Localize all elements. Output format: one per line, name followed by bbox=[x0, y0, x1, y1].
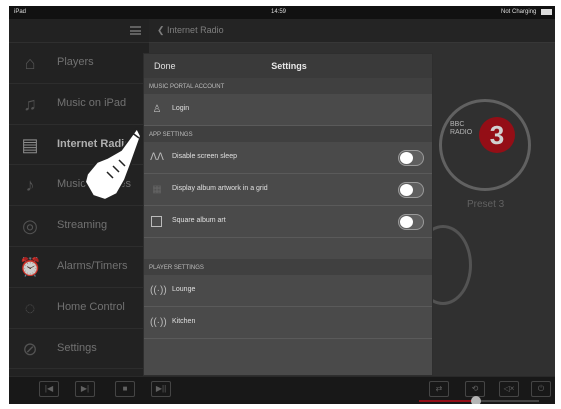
setting-label: Display album artwork in a grid bbox=[172, 185, 268, 192]
setting-row-artwork-grid: ▦ Display album artwork in a grid bbox=[144, 174, 432, 206]
player-row-kitchen[interactable]: ((·)) Kitchen bbox=[144, 307, 432, 339]
modal-header: Done Settings bbox=[144, 54, 432, 78]
toggle-knob bbox=[400, 184, 413, 196]
setting-row-square-art: Square album art bbox=[144, 206, 432, 238]
square-art-toggle[interactable] bbox=[398, 214, 424, 230]
speaker-icon: ((·)) bbox=[150, 285, 167, 296]
battery-status: Not Charging bbox=[501, 9, 537, 15]
sleep-icon: ᐱᐱ bbox=[150, 152, 164, 163]
pointing-hand-icon bbox=[84, 127, 142, 201]
modal-title: Settings bbox=[271, 61, 307, 71]
player-row-lounge[interactable]: ((·)) Lounge bbox=[144, 275, 432, 307]
user-icon: ♙ bbox=[152, 104, 162, 115]
toggle-knob bbox=[400, 216, 413, 228]
section-header-account: MUSIC PORTAL ACCOUNT bbox=[144, 78, 432, 94]
square-icon bbox=[151, 216, 162, 227]
battery-icon bbox=[541, 9, 552, 15]
setting-label: Disable screen sleep bbox=[172, 153, 237, 160]
clock: 14:59 bbox=[271, 9, 287, 15]
player-label: Kitchen bbox=[172, 318, 196, 325]
disable-sleep-toggle[interactable] bbox=[398, 150, 424, 166]
ipad-screen: iPad 14:59 Not Charging ⌂ Players ♫ Musi… bbox=[9, 6, 555, 404]
device-label: iPad bbox=[14, 9, 27, 15]
settings-modal: Done Settings MUSIC PORTAL ACCOUNT ♙ Log… bbox=[143, 53, 433, 376]
login-label: Login bbox=[172, 105, 190, 112]
section-header-app: APP SETTINGS bbox=[144, 126, 432, 142]
toggle-knob bbox=[400, 152, 413, 164]
speaker-icon: ((·)) bbox=[150, 317, 167, 328]
login-row[interactable]: ♙ Login bbox=[144, 94, 432, 126]
player-label: Lounge bbox=[172, 286, 196, 293]
setting-label: Square album art bbox=[172, 217, 226, 224]
grid-icon: ▦ bbox=[152, 184, 162, 195]
section-header-players: PLAYER SETTINGS bbox=[144, 259, 432, 275]
status-bar: iPad 14:59 Not Charging bbox=[9, 6, 555, 19]
artwork-grid-toggle[interactable] bbox=[398, 182, 424, 198]
setting-row-disable-sleep: ᐱᐱ Disable screen sleep bbox=[144, 142, 432, 174]
